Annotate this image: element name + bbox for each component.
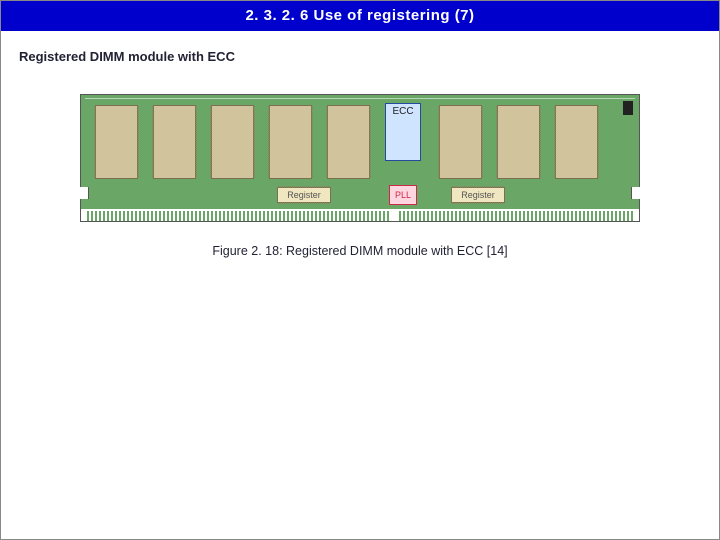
dram-chip xyxy=(211,105,254,179)
register-chip: Register xyxy=(277,187,331,203)
dram-chip xyxy=(327,105,370,179)
edge-contacts xyxy=(81,209,639,221)
side-notch-left xyxy=(80,187,89,199)
slide-subtitle: Registered DIMM module with ECC xyxy=(19,49,719,64)
dimm-module: ECC Register PLL Register xyxy=(80,94,640,222)
pll-chip: PLL xyxy=(389,185,417,205)
dram-chip xyxy=(95,105,138,179)
ecc-chip: ECC xyxy=(385,103,421,161)
side-notch-right xyxy=(631,187,640,199)
dram-chip xyxy=(153,105,196,179)
key-notch xyxy=(389,209,399,221)
dram-chip xyxy=(439,105,482,179)
dram-chip xyxy=(555,105,598,179)
dram-chip xyxy=(497,105,540,179)
register-chip: Register xyxy=(451,187,505,203)
figure-caption: Figure 2. 18: Registered DIMM module wit… xyxy=(212,244,507,258)
spd-chip xyxy=(623,101,633,115)
dimm-top-edge xyxy=(85,98,635,99)
figure-wrap: ECC Register PLL Register Figure 2. 18: … xyxy=(1,94,719,258)
slide-title: 2. 3. 2. 6 Use of registering (7) xyxy=(245,7,474,24)
ecc-chip-label: ECC xyxy=(392,106,413,117)
dram-chip xyxy=(269,105,312,179)
slide-title-bar: 2. 3. 2. 6 Use of registering (7) xyxy=(1,1,719,31)
